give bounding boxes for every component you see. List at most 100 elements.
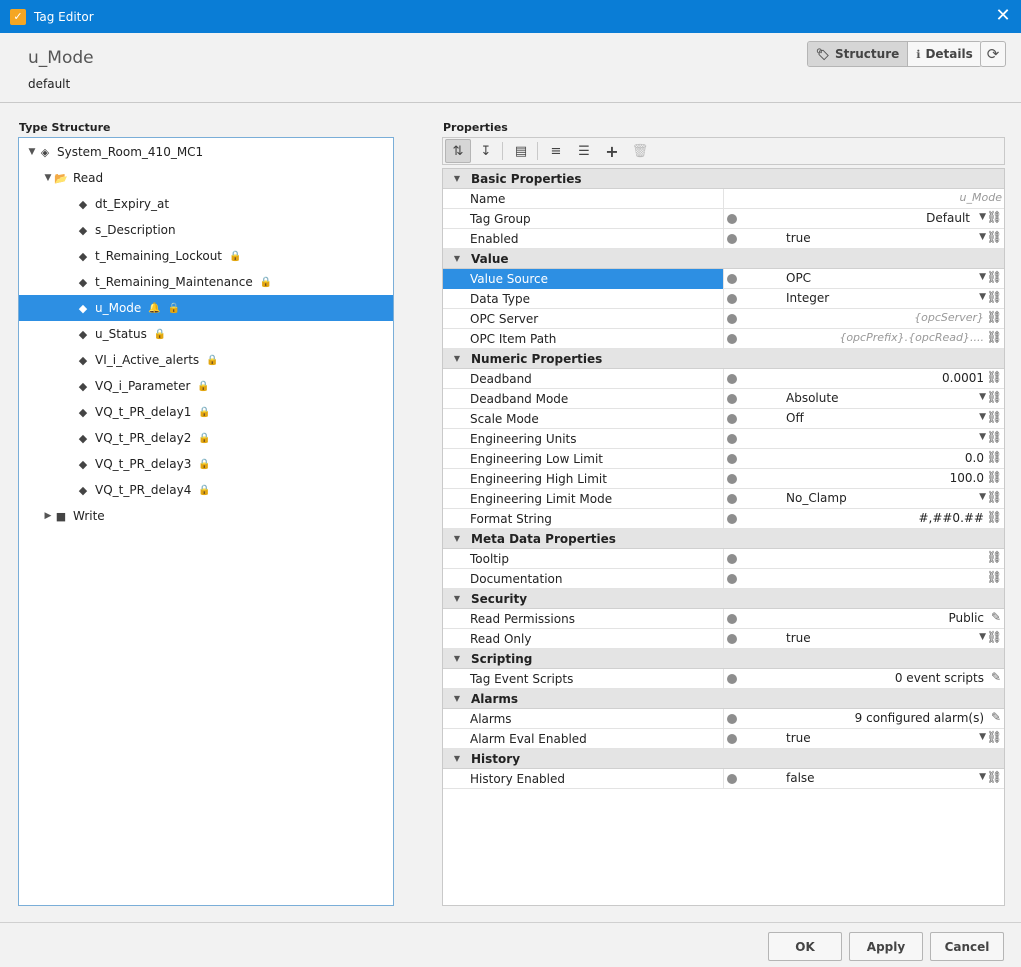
property-value-cell[interactable]: u_Mode <box>724 189 1004 209</box>
property-row[interactable]: Scale Mode Off ▼ ⛓ <box>443 408 1004 429</box>
category-caret-icon[interactable]: ▼ <box>443 354 471 363</box>
refresh-button[interactable]: ⟳ <box>980 41 1006 67</box>
expand-all-button[interactable]: ≡ <box>543 139 569 163</box>
ok-button[interactable]: OK <box>768 932 842 961</box>
property-value-cell[interactable]: 0.0 ⛓ <box>724 449 1004 469</box>
tree-folder-write[interactable]: ▶ ■ Write <box>19 503 393 529</box>
binding-link-icon[interactable]: ⛓ <box>987 370 1002 384</box>
property-value-cell[interactable]: 0 event scripts ✎ <box>724 669 1004 689</box>
expand-caret-icon[interactable]: ▼ <box>26 147 38 157</box>
details-view-button[interactable]: ℹ Details <box>908 42 981 66</box>
delete-property-button[interactable]: 🗑 <box>627 139 653 163</box>
binding-link-icon[interactable]: ⛓ <box>987 470 1002 484</box>
tree-tag-row[interactable]: ◆ t_Remaining_Lockout 🔒 <box>19 243 393 269</box>
property-category-row[interactable]: ▼ Value <box>443 249 1004 269</box>
property-category-row[interactable]: ▼ Security <box>443 589 1004 609</box>
property-value-cell[interactable]: true ▼ ⛓ <box>724 729 1004 749</box>
tree-tag-row[interactable]: ◆ u_Mode 🔔 🔒 <box>19 295 393 321</box>
property-value-cell[interactable]: Public ✎ <box>724 609 1004 629</box>
property-value-cell[interactable]: false ▼ ⛓ <box>724 769 1004 789</box>
dropdown-arrow-icon[interactable]: ▼ <box>979 732 986 742</box>
show-description-button[interactable]: ▤ <box>508 139 534 163</box>
apply-button[interactable]: Apply <box>849 932 923 961</box>
property-value-cell[interactable]: ▼ ⛓ <box>724 429 1004 449</box>
property-row[interactable]: History Enabled false ▼ ⛓ <box>443 768 1004 789</box>
property-value-cell[interactable]: ⛓ <box>724 549 1004 569</box>
property-category-row[interactable]: ▼ Scripting <box>443 649 1004 669</box>
property-category-row[interactable]: ▼ Numeric Properties <box>443 349 1004 369</box>
binding-status-dot[interactable] <box>727 373 737 384</box>
tree-tag-row[interactable]: ◆ VQ_t_PR_delay3 🔒 <box>19 451 393 477</box>
binding-link-icon[interactable]: ⛓ <box>987 410 1002 424</box>
binding-link-icon[interactable]: ⛓ <box>987 430 1002 444</box>
binding-status-dot[interactable] <box>727 553 737 564</box>
property-value-cell[interactable]: {opcServer} ⛓ <box>724 309 1004 329</box>
binding-link-icon[interactable]: ⛓ <box>987 390 1002 404</box>
binding-status-dot[interactable] <box>727 573 737 584</box>
property-row[interactable]: Deadband Mode Absolute ▼ ⛓ <box>443 388 1004 409</box>
structure-view-button[interactable]: 🏷 Structure <box>808 42 909 66</box>
property-row[interactable]: Engineering High Limit 100.0 ⛓ <box>443 468 1004 489</box>
property-value-cell[interactable]: No_Clamp ▼ ⛓ <box>724 489 1004 509</box>
property-row[interactable]: Name u_Mode <box>443 188 1004 209</box>
property-row[interactable]: Value Source OPC ▼ ⛓ <box>443 268 1004 289</box>
category-caret-icon[interactable]: ▼ <box>443 594 471 603</box>
type-structure-tree[interactable]: ▼ ◈ System_Room_410_MC1 ▼ 📂 Read ◆ dt_Exp… <box>18 137 394 906</box>
binding-link-icon[interactable]: ⛓ <box>987 510 1002 524</box>
binding-status-dot[interactable] <box>727 333 737 344</box>
binding-status-dot[interactable] <box>727 213 737 224</box>
dropdown-arrow-icon[interactable]: ▼ <box>979 232 986 242</box>
dropdown-arrow-icon[interactable]: ▼ <box>979 212 986 222</box>
property-value-cell[interactable]: Integer ▼ ⛓ <box>724 289 1004 309</box>
binding-link-icon[interactable]: ⛓ <box>987 290 1002 304</box>
category-caret-icon[interactable]: ▼ <box>443 754 471 763</box>
property-category-row[interactable]: ▼ Alarms <box>443 689 1004 709</box>
property-row[interactable]: Enabled true ▼ ⛓ <box>443 228 1004 249</box>
binding-status-dot[interactable] <box>727 493 737 504</box>
expand-caret-icon[interactable]: ▼ <box>42 173 54 183</box>
property-row[interactable]: Engineering Units ▼ ⛓ <box>443 428 1004 449</box>
binding-link-icon[interactable]: ⛓ <box>987 210 1002 224</box>
add-property-button[interactable]: + <box>599 139 625 163</box>
dropdown-arrow-icon[interactable]: ▼ <box>979 772 986 782</box>
category-caret-icon[interactable]: ▼ <box>443 654 471 663</box>
property-category-row[interactable]: ▼ Meta Data Properties <box>443 529 1004 549</box>
binding-status-dot[interactable] <box>727 393 737 404</box>
category-caret-icon[interactable]: ▼ <box>443 254 471 263</box>
sort-alphabetical-button[interactable]: ↧ <box>473 139 499 163</box>
dropdown-arrow-icon[interactable]: ▼ <box>979 632 986 642</box>
binding-link-icon[interactable]: ⛓ <box>987 310 1002 324</box>
tree-tag-row[interactable]: ◆ VQ_t_PR_delay1 🔒 <box>19 399 393 425</box>
property-value-cell[interactable]: #,##0.## ⛓ <box>724 509 1004 529</box>
binding-link-icon[interactable]: ⛓ <box>987 770 1002 784</box>
edit-pencil-icon[interactable]: ✎ <box>991 610 1001 624</box>
binding-status-dot[interactable] <box>727 473 737 484</box>
binding-link-icon[interactable]: ⛓ <box>987 570 1002 584</box>
property-row[interactable]: OPC Item Path {opcPrefix}.{opcRead}.... ⛓ <box>443 328 1004 349</box>
dropdown-arrow-icon[interactable]: ▼ <box>979 492 986 502</box>
property-value-cell[interactable]: Off ▼ ⛓ <box>724 409 1004 429</box>
binding-link-icon[interactable]: ⛓ <box>987 230 1002 244</box>
binding-link-icon[interactable]: ⛓ <box>987 550 1002 564</box>
category-caret-icon[interactable]: ▼ <box>443 534 471 543</box>
binding-link-icon[interactable]: ⛓ <box>987 730 1002 744</box>
sort-categorized-button[interactable]: ⇅ <box>445 139 471 163</box>
property-value-cell[interactable]: Absolute ▼ ⛓ <box>724 389 1004 409</box>
binding-status-dot[interactable] <box>727 773 737 784</box>
edit-pencil-icon[interactable]: ✎ <box>991 710 1001 724</box>
tree-root-row[interactable]: ▼ ◈ System_Room_410_MC1 <box>19 139 393 165</box>
collapse-all-button[interactable]: ☰ <box>571 139 597 163</box>
property-row[interactable]: Alarms 9 configured alarm(s) ✎ <box>443 708 1004 729</box>
property-row[interactable]: Deadband 0.0001 ⛓ <box>443 368 1004 389</box>
property-category-row[interactable]: ▼ Basic Properties <box>443 169 1004 189</box>
property-row[interactable]: Read Only true ▼ ⛓ <box>443 628 1004 649</box>
tree-tag-row[interactable]: ◆ t_Remaining_Maintenance 🔒 <box>19 269 393 295</box>
property-value-cell[interactable]: {opcPrefix}.{opcRead}.... ⛓ <box>724 329 1004 349</box>
property-row[interactable]: Engineering Low Limit 0.0 ⛓ <box>443 448 1004 469</box>
property-value-cell[interactable]: OPC ▼ ⛓ <box>724 269 1004 289</box>
tree-tag-row[interactable]: ◆ VQ_i_Parameter 🔒 <box>19 373 393 399</box>
binding-link-icon[interactable]: ⛓ <box>987 450 1002 464</box>
property-value-cell[interactable]: true ▼ ⛓ <box>724 629 1004 649</box>
dropdown-arrow-icon[interactable]: ▼ <box>979 412 986 422</box>
property-row[interactable]: Data Type Integer ▼ ⛓ <box>443 288 1004 309</box>
